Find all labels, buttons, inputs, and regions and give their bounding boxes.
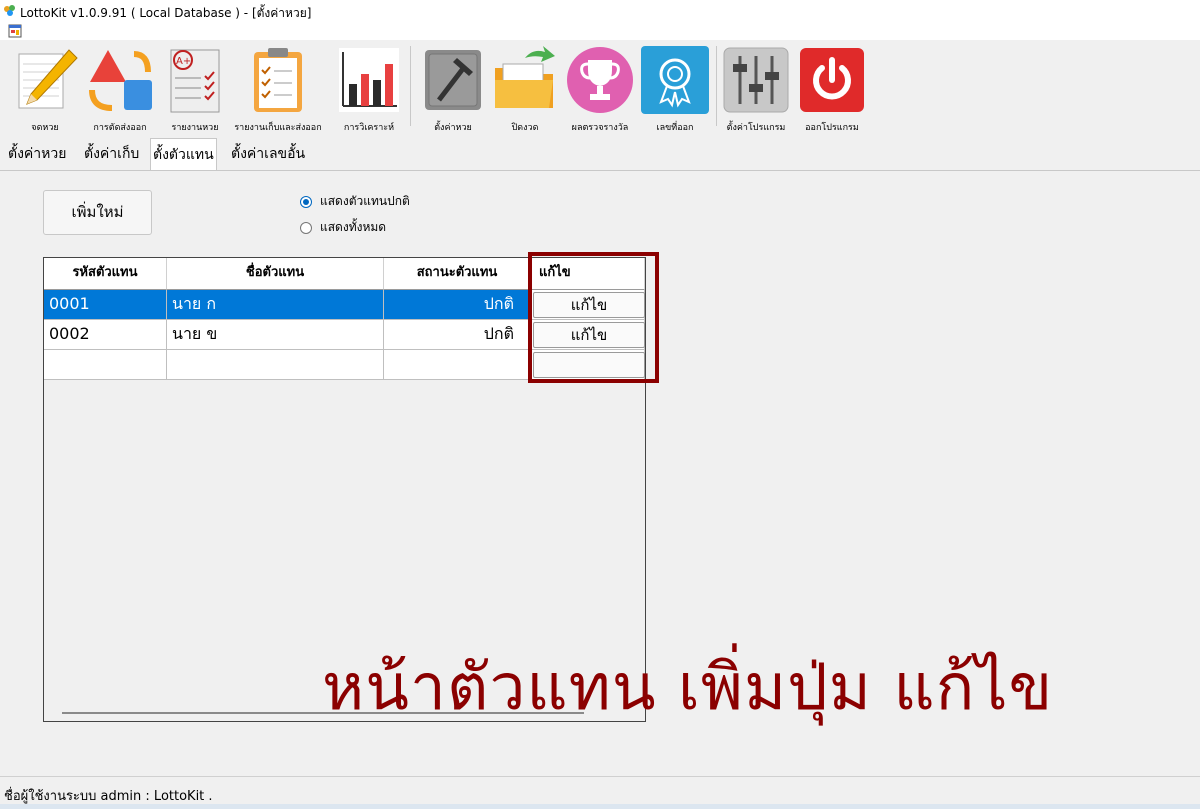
graded-report-icon: A+ [170, 49, 220, 113]
tab-agent-settings[interactable]: ตั้งตัวแทน [150, 138, 217, 171]
toolbar-separator [716, 46, 717, 126]
radio-selected-indicator [300, 195, 312, 208]
tab-limit-number-settings[interactable]: ตั้งค่าเลขอั้น [229, 140, 307, 168]
toolbar-label: รายงานหวย [171, 123, 219, 133]
agent-status-cell[interactable]: ปกติ [384, 290, 531, 320]
agent-code-cell[interactable]: 0002 [44, 320, 167, 350]
radio-label: แสดงทั้งหมด [320, 220, 387, 234]
agent-name-cell[interactable] [167, 350, 384, 380]
shapes-exchange-icon [89, 50, 152, 111]
agent-code-cell[interactable]: 0001 [44, 290, 167, 320]
mdi-window-icon[interactable] [8, 24, 22, 38]
column-header-agent-status[interactable]: สถานะตัวแทน [384, 258, 531, 290]
toolbar-label: ออกโปรแกรม [805, 123, 859, 133]
clipboard-checklist-icon [254, 48, 302, 112]
award-badge-icon [641, 46, 709, 114]
toolbar-label: รายงานเก็บและส่งออก [234, 123, 322, 133]
tab-lotto-settings[interactable]: ตั้งค่าหวย [6, 140, 68, 168]
pencil-paper-icon [18, 49, 78, 109]
annotation-caption: หน้าตัวแทน เพิ่มปุ่ม แก้ไข [322, 651, 1054, 725]
agent-name-cell[interactable]: นาย ข [167, 320, 384, 350]
tab-collect-settings[interactable]: ตั้งค่าเก็บ [82, 140, 141, 168]
main-toolbar: จดหวย การตัดส่งออก A+ รายงานหวย รายงานเก… [0, 40, 1200, 135]
filter-normal-radio[interactable]: แสดงตัวแทนปกติ [300, 192, 410, 211]
title-bar: LottoKit v1.0.9.91 ( Local Database ) - … [0, 0, 1200, 22]
toolbar-label: การวิเคราะห์ [343, 123, 395, 133]
column-header-agent-code[interactable]: รหัสตัวแทน [44, 258, 167, 290]
window-title: LottoKit v1.0.9.91 ( Local Database ) - … [20, 6, 312, 20]
edit-column-highlight-frame [528, 252, 659, 383]
agent-name-cell[interactable]: นาย ก [167, 290, 384, 320]
agent-status-cell[interactable]: ปกติ [384, 320, 531, 350]
status-user-text: ชื่อผู้ใช้งานระบบ admin : LottoKit . [4, 789, 213, 804]
power-icon [800, 48, 864, 112]
add-new-button[interactable]: เพิ่มใหม่ [43, 190, 152, 235]
app-logo-icon [4, 5, 15, 16]
menu-bar [0, 22, 1200, 40]
toolbar-label: เลขที่ออก [656, 123, 694, 133]
agent-code-cell[interactable] [44, 350, 167, 380]
sliders-icon [723, 47, 789, 113]
svg-text:A+: A+ [176, 56, 191, 67]
radio-label: แสดงตัวแทนปกติ [320, 194, 410, 208]
settings-tabs: ตั้งค่าหวย ตั้งค่าเก็บ ตั้งตัวแทน ตั้งค่… [0, 134, 1200, 171]
column-header-agent-name[interactable]: ชื่อตัวแทน [167, 258, 384, 290]
status-bar-edge [0, 804, 1200, 809]
hammer-icon [425, 50, 481, 110]
toolbar-separator [410, 46, 411, 126]
agent-status-cell[interactable] [384, 350, 531, 380]
bar-chart-icon [339, 48, 399, 112]
radio-indicator [300, 221, 312, 234]
filter-all-radio[interactable]: แสดงทั้งหมด [300, 218, 386, 237]
trophy-icon [567, 47, 633, 113]
folder-export-icon [495, 46, 555, 108]
status-bar: ชื่อผู้ใช้งานระบบ admin : LottoKit . [0, 776, 1200, 809]
